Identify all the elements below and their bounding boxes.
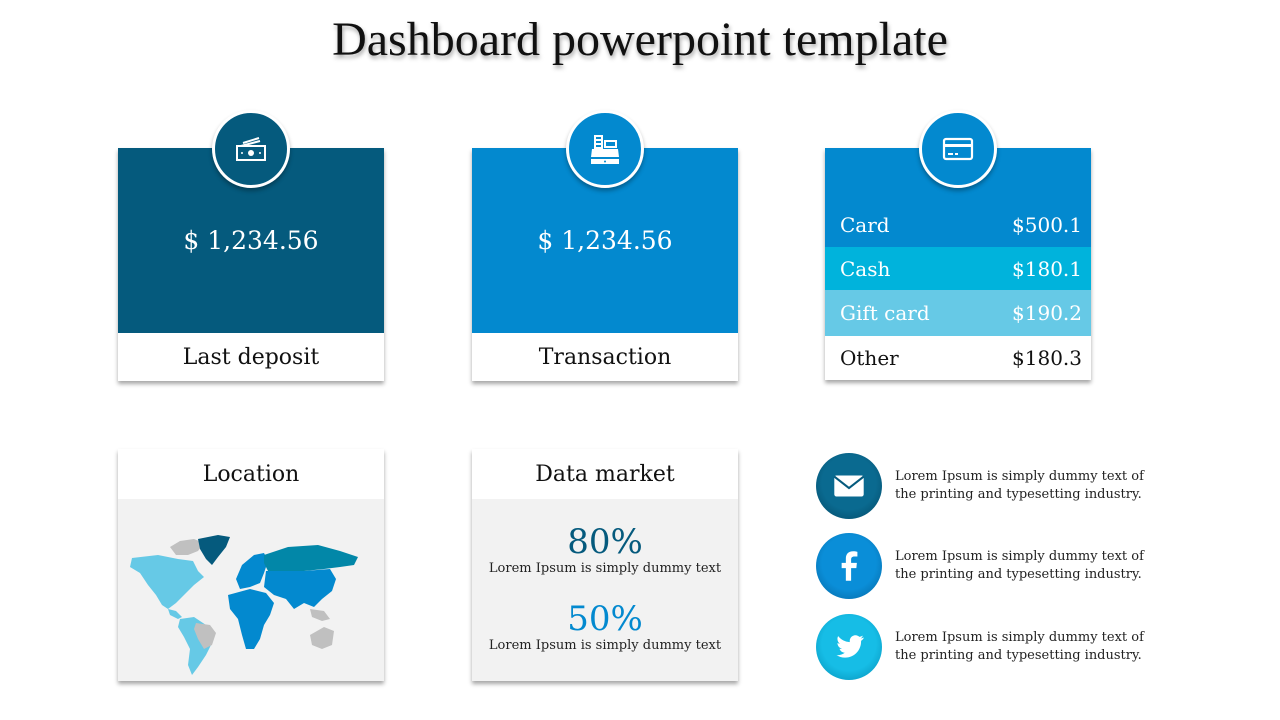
map-asia — [264, 569, 336, 609]
payment-value: $500.1 — [1012, 213, 1082, 237]
transaction-badge — [566, 110, 644, 188]
money-bills-icon — [236, 137, 266, 161]
payment-value: $190.2 — [1012, 301, 1082, 325]
last-deposit-card: $ 1,234.56 Last deposit — [118, 110, 384, 381]
mail-icon — [833, 475, 865, 497]
payment-row-other: Other $180.3 — [825, 336, 1091, 380]
payment-label: Gift card — [840, 301, 930, 325]
cash-register-icon — [591, 135, 619, 164]
map-central-america — [168, 609, 182, 619]
data-market-panel: Data market 80% Lorem Ipsum is simply du… — [472, 449, 738, 681]
world-map — [130, 535, 358, 675]
payment-label: Card — [840, 213, 890, 237]
mail-badge[interactable] — [816, 453, 882, 519]
map-north-america — [130, 555, 204, 609]
last-deposit-amount: $ 1,234.56 — [183, 226, 319, 255]
payments-badge — [919, 110, 997, 188]
location-panel: Location — [118, 449, 384, 681]
social-row-mail: Lorem Ipsum is simply dummy text of the … — [816, 453, 1156, 519]
transaction-amount: $ 1,234.56 — [537, 226, 673, 255]
payment-label: Other — [840, 346, 899, 370]
map-africa — [228, 589, 274, 649]
payment-row-card: Card $500.1 — [825, 203, 1091, 247]
social-description: Lorem Ipsum is simply dummy text of the … — [895, 549, 1144, 582]
payment-row-gift-card: Gift card $190.2 — [825, 290, 1091, 336]
map-europe — [236, 553, 268, 589]
page-title: Dashboard powerpoint template — [332, 13, 948, 66]
social-description: Lorem Ipsum is simply dummy text of the … — [895, 469, 1144, 502]
stat-value-primary: 80% — [567, 522, 643, 562]
map-southeast-asia — [310, 609, 330, 621]
transaction-card: $ 1,234.56 Transaction — [472, 110, 738, 381]
payment-row-cash: Cash $180.1 — [825, 247, 1091, 290]
payment-value: $180.1 — [1012, 256, 1082, 281]
last-deposit-badge — [212, 110, 290, 188]
data-market-title: Data market — [472, 449, 738, 499]
facebook-badge[interactable] — [816, 533, 882, 599]
facebook-icon — [841, 551, 858, 581]
stat-value-secondary: 50% — [567, 599, 643, 639]
payment-value: $180.3 — [1012, 346, 1082, 370]
payments-card: Card $500.1 Cash $180.1 Gift card $190.2… — [825, 110, 1091, 380]
social-description: Lorem Ipsum is simply dummy text of the … — [895, 630, 1144, 663]
credit-card-icon — [942, 137, 974, 161]
social-row-twitter: Lorem Ipsum is simply dummy text of the … — [816, 614, 1156, 680]
payment-label: Cash — [840, 256, 891, 281]
location-title: Location — [118, 449, 384, 499]
transaction-label: Transaction — [472, 333, 738, 381]
stat-description: Lorem Ipsum is simply dummy text — [488, 638, 722, 653]
map-australia — [310, 627, 334, 649]
social-row-facebook: Lorem Ipsum is simply dummy text of the … — [816, 533, 1156, 599]
map-russia — [264, 545, 358, 571]
twitter-badge[interactable] — [816, 614, 882, 680]
twitter-icon — [836, 635, 864, 658]
last-deposit-label: Last deposit — [118, 333, 384, 381]
stat-description: Lorem Ipsum is simply dummy text — [488, 561, 722, 576]
map-greenland — [198, 535, 230, 565]
